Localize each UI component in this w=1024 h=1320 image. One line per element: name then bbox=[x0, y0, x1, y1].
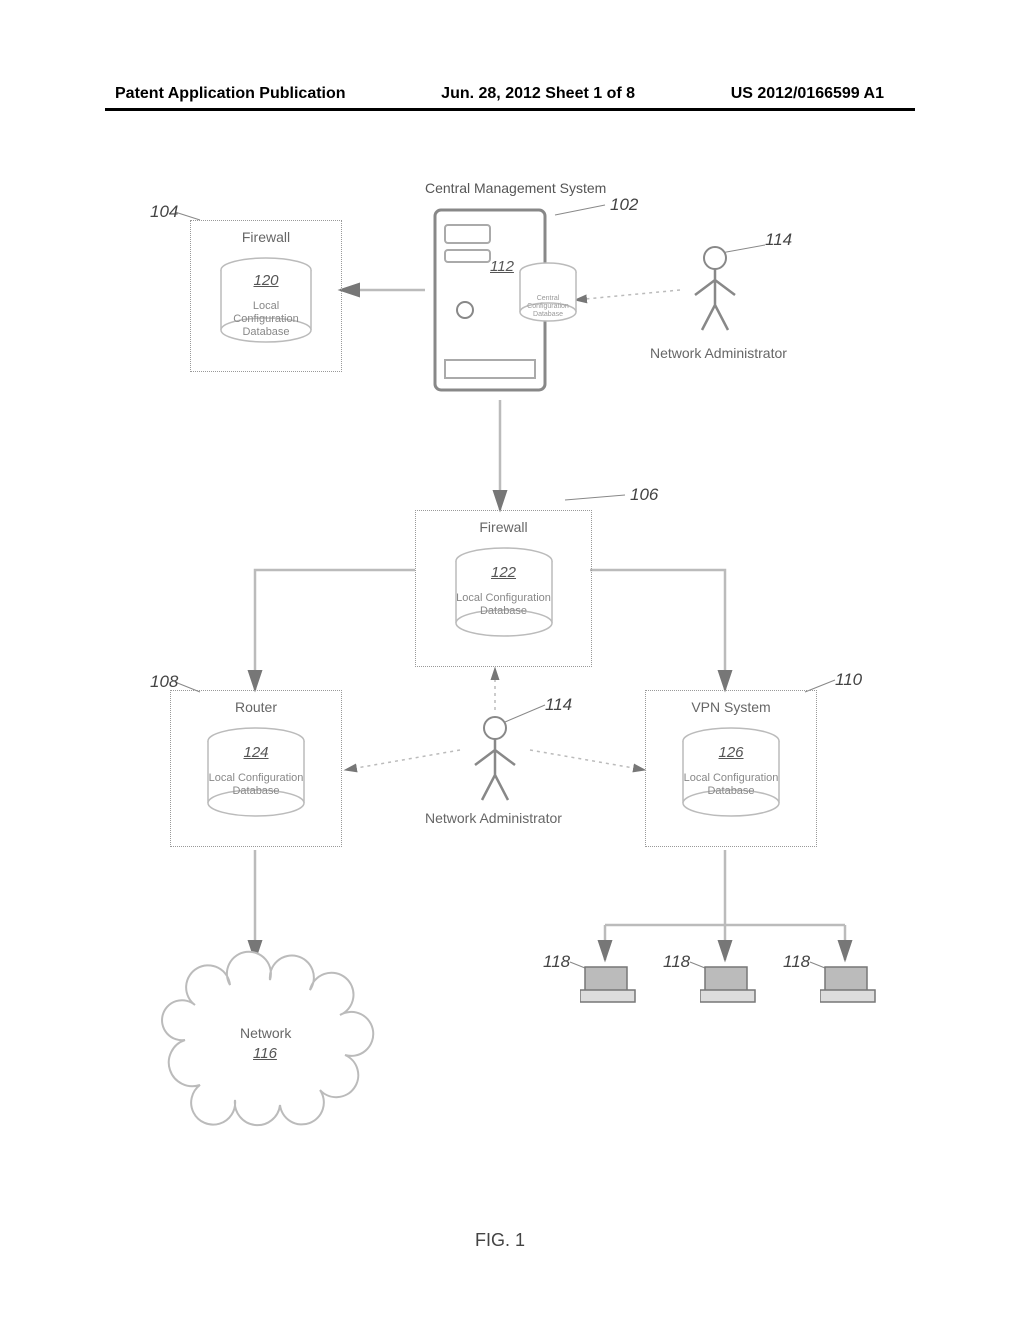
client-ref-3: 118 bbox=[783, 952, 810, 972]
header-rule bbox=[105, 108, 915, 111]
cms-ref: 102 bbox=[610, 195, 638, 215]
svg-text:Database: Database bbox=[533, 311, 563, 318]
svg-text:Configuration: Configuration bbox=[527, 303, 569, 310]
router-ref: 108 bbox=[150, 672, 178, 692]
fw2-ref: 106 bbox=[630, 485, 658, 505]
network-ref: 116 bbox=[253, 1045, 277, 1062]
firewall-106: Firewall 122 Local Configuration Databas… bbox=[415, 510, 592, 667]
admin-bottom-label: Network Administrator bbox=[425, 810, 562, 826]
figure-label: FIG. 1 bbox=[475, 1230, 525, 1251]
router-dblabel: Local Configuration Database bbox=[208, 772, 304, 798]
client-pc-icon-1 bbox=[580, 962, 640, 1007]
router-dbref: 124 bbox=[196, 744, 316, 761]
header-right: US 2012/0166599 A1 bbox=[731, 85, 884, 103]
vpn-ref: 110 bbox=[835, 670, 862, 690]
cms-title: Central Management System bbox=[425, 180, 606, 196]
fw1-ref: 104 bbox=[150, 202, 178, 222]
diagram-figure-1: Central Management System Central Config… bbox=[105, 170, 915, 1190]
cms-db-icon: Central Configuration Database bbox=[513, 260, 583, 330]
router-title: Router bbox=[171, 699, 341, 715]
client-ref-1: 118 bbox=[543, 952, 570, 972]
fw1-title: Firewall bbox=[191, 229, 341, 245]
fw2-dblabel: Local Configuration Database bbox=[456, 592, 552, 618]
header-mid: Jun. 28, 2012 Sheet 1 of 8 bbox=[441, 85, 635, 103]
client-pc-icon-2 bbox=[700, 962, 760, 1007]
admin-top-ref: 114 bbox=[765, 230, 792, 250]
client-pc-icon-3 bbox=[820, 962, 880, 1007]
fw2-title: Firewall bbox=[416, 519, 591, 535]
admin-icon-top bbox=[680, 240, 750, 340]
fw1-dblabel: Local Configuration Database bbox=[221, 300, 311, 340]
admin-bottom-ref: 114 bbox=[545, 695, 572, 715]
network-label: Network bbox=[240, 1025, 291, 1041]
router-108: Router 124 Local Configuration Database bbox=[170, 690, 342, 847]
cms-db-ref: 112 bbox=[490, 258, 514, 275]
admin-icon-bottom bbox=[460, 710, 530, 810]
fw2-dbref: 122 bbox=[444, 564, 564, 581]
vpn-110: VPN System 126 Local Configuration Datab… bbox=[645, 690, 817, 847]
vpn-title: VPN System bbox=[646, 699, 816, 715]
vpn-dbref: 126 bbox=[671, 744, 791, 761]
svg-text:Central: Central bbox=[537, 295, 560, 302]
fw1-dbref: 120 bbox=[211, 272, 321, 289]
admin-top-label: Network Administrator bbox=[650, 345, 787, 361]
header-left: Patent Application Publication bbox=[115, 85, 346, 103]
firewall-104: Firewall 120 Local Configuration Databas… bbox=[190, 220, 342, 372]
client-ref-2: 118 bbox=[663, 952, 690, 972]
page-header: Patent Application Publication Jun. 28, … bbox=[0, 85, 1024, 103]
vpn-dblabel: Local Configuration Database bbox=[683, 772, 779, 798]
